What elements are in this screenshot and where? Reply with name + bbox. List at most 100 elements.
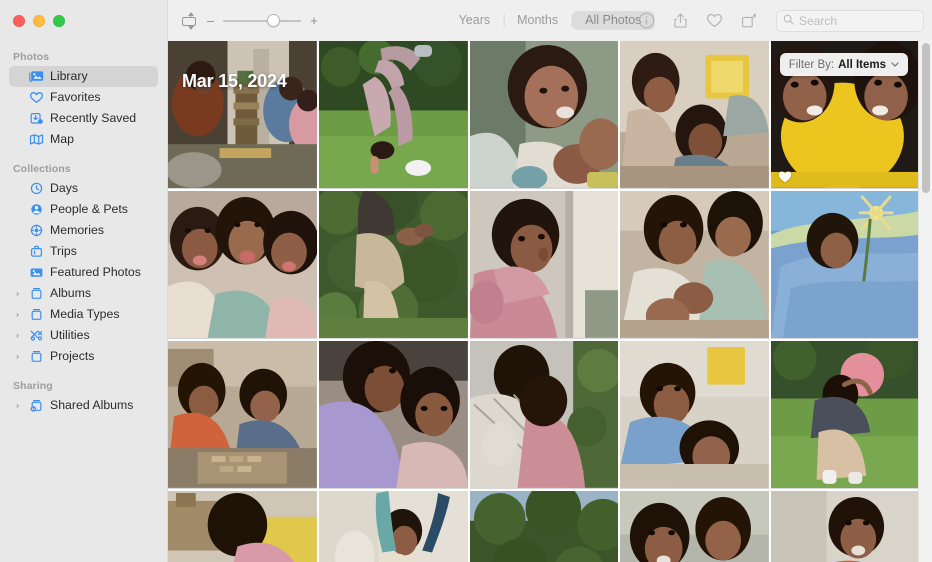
album-icon (28, 349, 44, 364)
recently-saved-icon (28, 111, 44, 126)
zoom-out-button[interactable]: – (207, 14, 214, 27)
sidebar-item-label: Shared Albums (50, 398, 134, 413)
close-button[interactable] (13, 14, 25, 27)
minimize-button[interactable] (33, 14, 45, 27)
window-controls (0, 0, 168, 41)
scrollbar-thumb[interactable] (922, 43, 930, 193)
photo-child-striped-shirt-arms-up[interactable] (318, 491, 468, 562)
shared-album-icon (28, 398, 44, 413)
suitcase-icon (28, 244, 44, 259)
disclosure-chevron-icon[interactable]: › (13, 310, 22, 319)
aspect-ratio-icon[interactable] (180, 11, 198, 30)
photo-grid-row (168, 341, 920, 489)
sidebar-item-media-types[interactable]: › Media Types (9, 304, 158, 325)
sidebar-item-label: Days (50, 181, 79, 196)
photo-child-blue-sweater-flower[interactable] (771, 191, 920, 339)
toolbar-actions: Search (637, 9, 924, 32)
photo-teen-laughing-with-child[interactable] (469, 41, 619, 189)
photo-woman-orange-top-indoors[interactable] (771, 491, 920, 562)
sidebar-item-utilities[interactable]: › Utilities (9, 325, 158, 346)
person-icon (28, 202, 44, 217)
sidebar-item-label: Library (50, 69, 88, 84)
clock-icon (28, 181, 44, 196)
sidebar-item-label: Trips (50, 244, 77, 259)
sidebar-item-days[interactable]: Days (9, 178, 158, 199)
photo-child-pink-hoodie-window[interactable] (469, 191, 619, 339)
zoom-button[interactable] (53, 14, 65, 27)
photo-mother-and-children-purple[interactable] (318, 341, 468, 489)
photo-grid-row (168, 191, 920, 339)
search-placeholder: Search (799, 13, 838, 28)
chevron-down-icon (891, 60, 899, 69)
photo-kids-block-tower[interactable] (168, 41, 317, 189)
sidebar-item-albums[interactable]: › Albums (9, 283, 158, 304)
favorite-badge-icon (778, 170, 792, 183)
sidebar-section-header-collections: Collections (13, 163, 71, 175)
photo-three-kids-silly-faces[interactable] (168, 191, 317, 339)
photo-child-pink-ball-garden[interactable] (771, 341, 920, 489)
photo-child-bending-bedroom[interactable] (168, 491, 317, 562)
sidebar-item-label: Projects (50, 349, 95, 364)
titlebar: – + Years Months All Photos Search (0, 0, 932, 41)
app-body: Photos Library Favorites Recently Saved … (0, 41, 932, 562)
sidebar-item-label: People & Pets (50, 202, 128, 217)
utilities-icon (28, 328, 44, 343)
photo-child-in-garden-foliage[interactable] (318, 191, 468, 339)
sidebar-section-header-photos: Photos (13, 51, 50, 63)
sidebar-item-label: Recently Saved (50, 111, 137, 126)
sidebar-item-projects[interactable]: › Projects (9, 346, 158, 367)
sidebar-item-shared-albums[interactable]: › Shared Albums (9, 395, 158, 416)
disclosure-chevron-icon[interactable]: › (13, 352, 22, 361)
zoom-slider[interactable] (223, 14, 302, 28)
share-icon[interactable] (671, 11, 690, 30)
sidebar-item-label: Memories (50, 223, 104, 238)
heart-icon[interactable] (705, 11, 724, 30)
zoom-slider-knob[interactable] (266, 14, 280, 27)
sidebar: Photos Library Favorites Recently Saved … (0, 41, 168, 562)
map-icon (28, 132, 44, 147)
disclosure-chevron-icon[interactable]: › (13, 289, 22, 298)
filter-by-value: All Items (838, 58, 886, 71)
sidebar-item-featured-photos[interactable]: Featured Photos (9, 262, 158, 283)
photo-siblings-resting-together[interactable] (620, 191, 770, 339)
search-icon (783, 12, 794, 30)
info-icon[interactable] (637, 11, 656, 30)
photos-app-window: – + Years Months All Photos Search Photo… (0, 0, 932, 562)
vertical-scrollbar[interactable] (918, 41, 932, 562)
sidebar-item-trips[interactable]: Trips (9, 241, 158, 262)
featured-photos-icon (28, 265, 44, 280)
photo-child-cartwheel-garden[interactable] (318, 41, 468, 189)
sidebar-item-favorites[interactable]: Favorites (9, 87, 158, 108)
tab-months[interactable]: Months (504, 11, 571, 30)
photo-family-playing-blocks-floor[interactable] (168, 341, 317, 489)
toolbar: – + Years Months All Photos Search (168, 0, 932, 41)
photo-kids-hugging-plaid-shirt[interactable] (469, 341, 619, 489)
album-icon (28, 286, 44, 301)
library-icon (28, 69, 44, 84)
photo-grid-area: Mar 15, 2024 Filter By: All Items (168, 41, 932, 562)
sidebar-item-memories[interactable]: Memories (9, 220, 158, 241)
sidebar-item-label: Media Types (50, 307, 120, 322)
sidebar-item-label: Utilities (50, 328, 90, 343)
disclosure-chevron-icon[interactable]: › (13, 401, 22, 410)
photo-two-kids-laughing-outside[interactable] (620, 491, 770, 562)
photo-child-lying-on-bed-smiling[interactable] (620, 341, 770, 489)
photo-siblings-on-couch[interactable] (620, 41, 770, 189)
view-mode-segmented-control: Years Months All Photos (446, 10, 655, 32)
sidebar-item-library[interactable]: Library (9, 66, 158, 87)
photo-garden-trees-pink-sleeve[interactable] (469, 491, 619, 562)
rotate-icon[interactable] (739, 11, 758, 30)
filter-by-button[interactable]: Filter By: All Items (779, 53, 908, 76)
sidebar-item-label: Map (50, 132, 74, 147)
disclosure-chevron-icon[interactable]: › (13, 331, 22, 340)
sidebar-item-recently-saved[interactable]: Recently Saved (9, 108, 158, 129)
sidebar-item-map[interactable]: Map (9, 129, 158, 150)
zoom-in-button[interactable]: + (310, 14, 318, 27)
sidebar-item-people-and-pets[interactable]: People & Pets (9, 199, 158, 220)
search-input[interactable]: Search (776, 9, 924, 32)
album-icon (28, 307, 44, 322)
tab-years[interactable]: Years (446, 11, 504, 30)
sidebar-item-label: Albums (50, 286, 92, 301)
